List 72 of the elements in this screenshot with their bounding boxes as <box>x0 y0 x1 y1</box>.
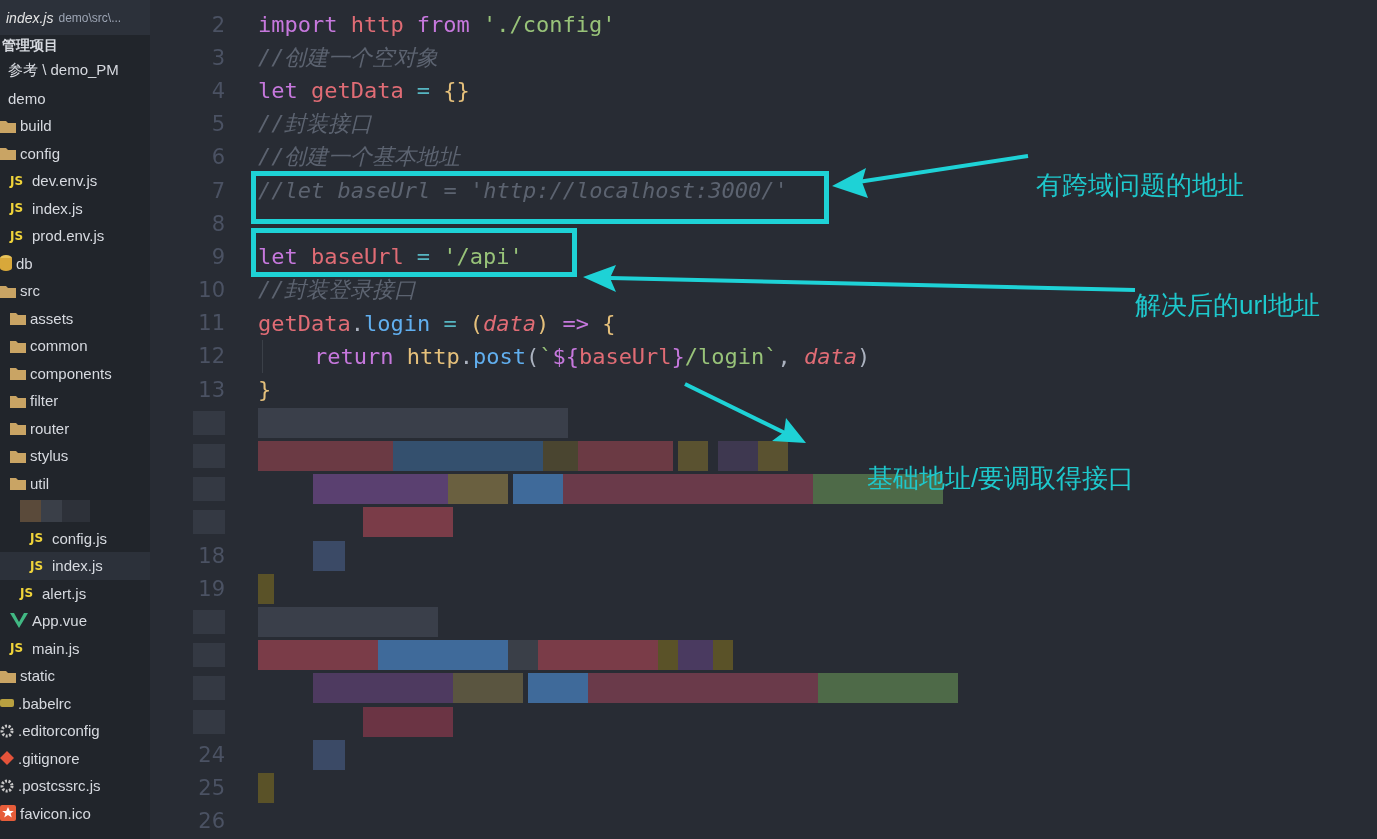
code-line: //创建一个空对象 <box>258 43 439 72</box>
gear-icon <box>0 778 14 793</box>
blurred-item <box>20 499 90 522</box>
babel-icon <box>0 699 14 708</box>
file-tab[interactable]: index.js demo\src\... <box>0 0 150 35</box>
folder-icon <box>10 421 26 436</box>
tree-item[interactable]: build <box>0 112 150 140</box>
code-line: import http from './config' <box>258 12 616 38</box>
js-icon: JS <box>30 531 48 546</box>
js-icon: JS <box>10 173 28 188</box>
folder-icon <box>10 311 26 326</box>
tree-item[interactable]: stylus <box>0 442 150 470</box>
tree-item[interactable]: .babelrc <box>0 689 150 717</box>
tree-item[interactable]: static <box>0 662 150 690</box>
code-line: getData.login = (data) => { <box>258 310 616 336</box>
tree-item[interactable]: components <box>0 359 150 387</box>
tree-item[interactable]: router <box>0 414 150 442</box>
tree-item[interactable]: JS index.js <box>0 552 150 580</box>
code-line: let baseUrl = '/api' <box>258 244 523 270</box>
code-line: //创建一个基本地址 <box>258 143 461 172</box>
folder-icon <box>10 366 26 381</box>
code-line: } <box>258 377 272 403</box>
tree-item[interactable]: JS prod.env.js <box>0 222 150 250</box>
tree-item[interactable]: JS alert.js <box>0 579 150 607</box>
blurred-code <box>313 739 345 770</box>
vue-icon <box>10 613 28 629</box>
folder-icon <box>0 146 16 161</box>
blurred-code <box>258 573 274 604</box>
tree-item[interactable]: util <box>0 469 150 497</box>
js-icon: JS <box>10 228 28 243</box>
folder-icon <box>0 118 16 133</box>
tree-item[interactable]: favicon.ico <box>0 799 150 827</box>
code-line: return http.post(`${baseUrl}/login`, data) <box>314 343 871 369</box>
tree-item[interactable]: App.vue <box>0 607 150 635</box>
code-line: //封装接口 <box>258 110 373 139</box>
tree-item[interactable]: config <box>0 139 150 167</box>
tree-item[interactable]: src <box>0 277 150 305</box>
tree-item[interactable]: assets <box>0 304 150 332</box>
tree-item[interactable]: .editorconfig <box>0 717 150 745</box>
tree-item[interactable]: filter <box>0 387 150 415</box>
tree-item[interactable]: .postcssrc.js <box>0 772 150 800</box>
tree-item[interactable]: JS dev.env.js <box>0 167 150 195</box>
folder-icon <box>0 283 16 298</box>
annotation-label: 有跨域问题的地址 <box>1036 169 1244 202</box>
gear-icon <box>0 723 14 738</box>
folder-icon <box>0 668 16 683</box>
code-line: //let baseUrl = 'http://localhost:3000/' <box>258 178 788 204</box>
js-icon: JS <box>30 558 48 573</box>
tree-item[interactable]: 参考 \ demo_PM <box>0 57 150 85</box>
tree-item[interactable]: common <box>0 332 150 360</box>
tree-item[interactable]: db <box>0 249 150 277</box>
tree-item[interactable]: .gitignore <box>0 744 150 772</box>
js-icon: JS <box>20 586 38 601</box>
tree-item[interactable]: JS config.js <box>0 524 150 552</box>
tree-item[interactable]: demo <box>0 84 150 112</box>
folder-icon <box>10 476 26 491</box>
folder-icon <box>10 338 26 353</box>
annotation-label: 解决后的url地址 <box>1135 289 1320 322</box>
tree-item[interactable]: JS main.js <box>0 634 150 662</box>
code-line: //封装登录接口 <box>258 276 417 305</box>
code-line: let getData = {} <box>258 78 470 104</box>
js-icon: JS <box>10 641 28 656</box>
folder-icon <box>10 448 26 463</box>
annotation-label: 基础地址/要调取得接口 <box>867 462 1135 495</box>
blurred-code <box>313 540 345 571</box>
blurred-code <box>258 772 274 803</box>
database-icon <box>0 255 12 272</box>
tree-item[interactable]: JS index.js <box>0 194 150 222</box>
js-icon: JS <box>10 201 28 216</box>
project-title: 管理项目 <box>1 36 59 55</box>
folder-icon <box>10 393 26 408</box>
diamond-icon <box>0 751 14 766</box>
